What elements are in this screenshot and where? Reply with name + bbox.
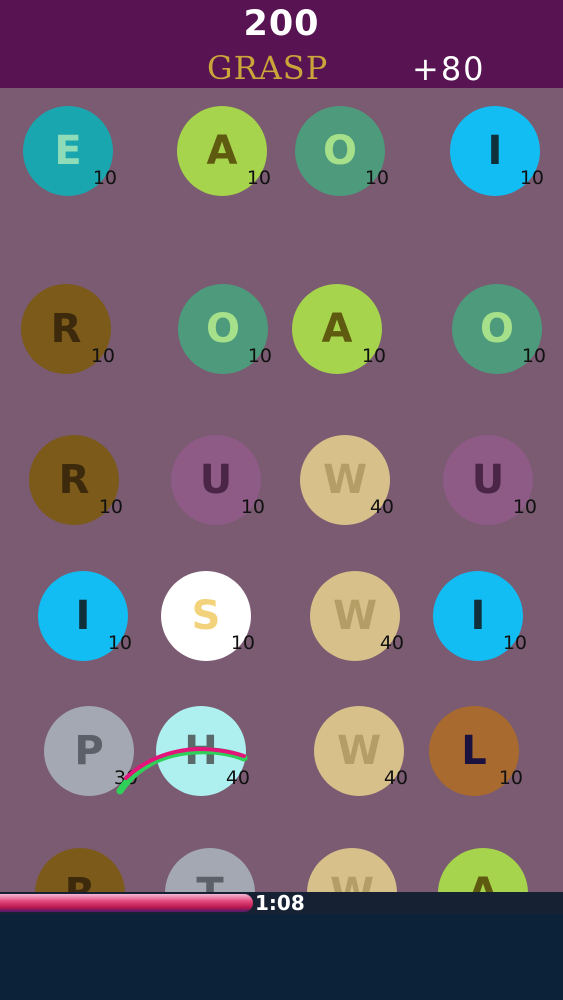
letter-tile[interactable]: W 40 [314, 706, 408, 796]
tile-points: 10 [98, 496, 123, 518]
letter-tile[interactable]: R [35, 848, 125, 892]
letter-tile[interactable]: H 40 [156, 706, 250, 796]
tile-points: 10 [107, 632, 132, 654]
tile-points: 30 [113, 767, 138, 789]
letter-tile[interactable]: L 10 [429, 706, 523, 796]
letter-tile[interactable]: U 10 [443, 435, 537, 525]
tile-points: 40 [383, 767, 408, 789]
tile-points: 10 [246, 167, 271, 189]
tile-points: 10 [502, 632, 527, 654]
letter-tile[interactable]: A 10 [177, 106, 271, 196]
word-bonus: +80 [412, 50, 486, 88]
current-word: GRASP [207, 49, 329, 87]
tile-points: 10 [230, 632, 255, 654]
tile-letter: T [165, 848, 255, 892]
letter-tile[interactable]: O 10 [178, 284, 272, 374]
tile-points: 10 [512, 496, 537, 518]
tile-points: 10 [240, 496, 265, 518]
letter-tile[interactable]: T [165, 848, 255, 892]
score-header: 200 GRASP +80 [0, 0, 563, 88]
tile-points: 10 [364, 167, 389, 189]
tile-points: 40 [369, 496, 394, 518]
tile-points: 10 [92, 167, 117, 189]
letter-tile[interactable]: E 10 [23, 106, 117, 196]
letter-tile[interactable]: A 10 [292, 284, 386, 374]
game-board[interactable]: E 10 A 10 O 10 I 10 R 10 O 10 A 10 O 10 R 10 U 10 … [0, 88, 563, 892]
tile-points: 40 [379, 632, 404, 654]
tile-points: 10 [521, 345, 546, 367]
letter-tile[interactable]: A [438, 848, 528, 892]
score-value: 200 [243, 4, 320, 44]
letter-tile[interactable]: W 40 [310, 571, 404, 661]
tile-points: 10 [247, 345, 272, 367]
tile-points: 10 [361, 345, 386, 367]
tile-letter: A [438, 848, 528, 892]
letter-tile[interactable]: R 10 [21, 284, 115, 374]
timer-progress-fill [0, 894, 253, 912]
letter-tile[interactable]: W [307, 848, 397, 892]
tile-points: 40 [225, 767, 250, 789]
letter-tile[interactable]: W 40 [300, 435, 394, 525]
tile-letter: W [307, 848, 397, 892]
tile-points: 10 [498, 767, 523, 789]
letter-tile[interactable]: S 10 [161, 571, 255, 661]
tile-points: 10 [519, 167, 544, 189]
timer-text: 1:08 [255, 891, 305, 915]
tile-points: 10 [90, 345, 115, 367]
letter-tile[interactable]: P 30 [44, 706, 138, 796]
tile-letter: R [35, 848, 125, 892]
letter-tile[interactable]: I 10 [450, 106, 544, 196]
letter-tile[interactable]: O 10 [452, 284, 546, 374]
letter-tile[interactable]: O 10 [295, 106, 389, 196]
letter-tile[interactable]: U 10 [171, 435, 265, 525]
letter-tile[interactable]: I 10 [433, 571, 527, 661]
letter-tile[interactable]: I 10 [38, 571, 132, 661]
letter-tile[interactable]: R 10 [29, 435, 123, 525]
